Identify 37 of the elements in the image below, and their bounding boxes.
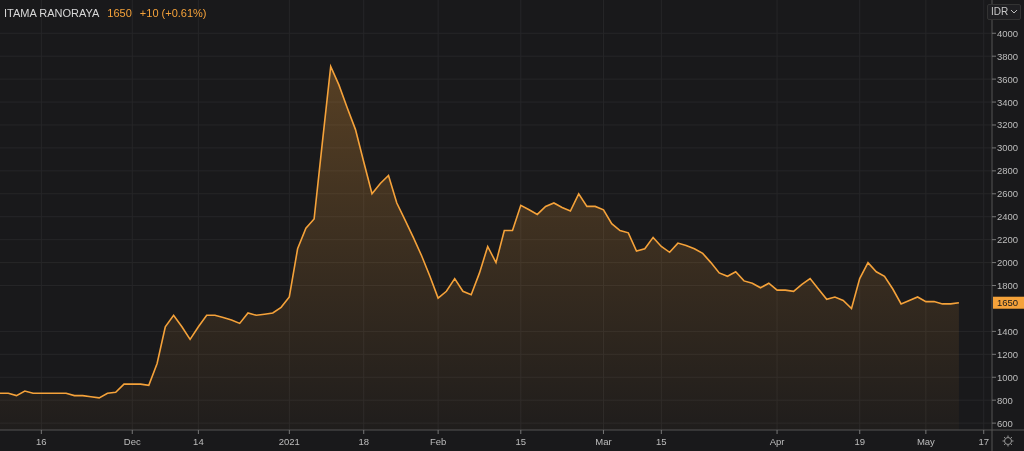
axis-label: 3800 (997, 50, 1019, 62)
axis-label: 3400 (997, 96, 1019, 108)
axis-label: 15 (656, 436, 667, 447)
settings-icon[interactable] (1002, 435, 1014, 447)
axis-label: 1800 (997, 280, 1019, 291)
axis-label: 2200 (997, 234, 1019, 246)
axis-label: 1200 (997, 348, 1019, 360)
axis-label: 2600 (997, 188, 1019, 200)
axis-label: 14 (193, 436, 204, 447)
axis-label: 3600 (997, 73, 1019, 85)
axis-label: 600 (997, 417, 1013, 429)
axis-label: Dec (123, 436, 141, 447)
stock-name: ITAMA RANORAYA (4, 6, 100, 21)
axis-label: 15 (515, 436, 527, 447)
currency-dropdown[interactable]: IDR (987, 4, 1021, 20)
axis-label: 2021 (278, 436, 300, 447)
axis-label: 1400 (997, 325, 1019, 337)
price-change: +10 (+0.61%) (139, 6, 207, 21)
axis-label: 2000 (997, 257, 1019, 269)
axis-label: 18 (358, 436, 369, 447)
axis-label: Mar (595, 436, 612, 447)
axis-label: 3000 (997, 142, 1019, 154)
axis-label: 2800 (997, 165, 1019, 177)
caret-icon (1011, 10, 1017, 15)
axis-label: 3200 (997, 119, 1019, 131)
axis-label: Feb (429, 436, 447, 447)
axis-label: 1000 (997, 371, 1019, 383)
axis-label: May (916, 436, 935, 447)
axis-label: 19 (854, 436, 865, 447)
axis-label: 16 (36, 436, 47, 447)
axis-label: 800 (997, 394, 1013, 406)
axis-label: 4000 (997, 27, 1019, 39)
axis-label: Apr (769, 436, 785, 447)
axis-label: 17 (978, 436, 989, 447)
price-tag: 1650 (993, 296, 1024, 309)
stock-price: 1650 (107, 6, 132, 21)
axis-label: 2400 (997, 211, 1019, 223)
